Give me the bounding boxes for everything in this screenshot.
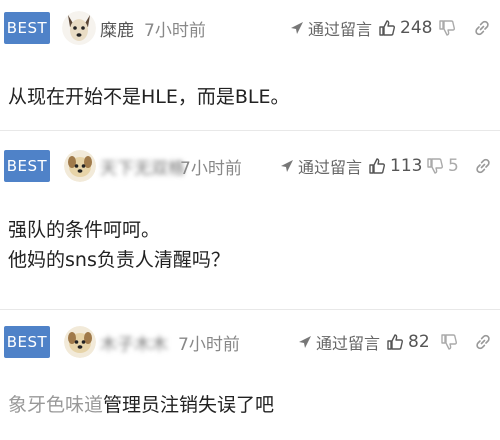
quoted-text: 象牙色味道 <box>8 394 104 416</box>
like-count: 248 <box>400 18 433 38</box>
avatar[interactable] <box>64 150 96 182</box>
avatar[interactable] <box>62 11 96 45</box>
dislike-count: 5 <box>448 156 459 176</box>
dog-avatar-icon <box>64 326 96 358</box>
comment-body: 象牙色味道管理员注销失误了吧 <box>8 390 274 420</box>
dog-avatar-icon <box>64 150 96 182</box>
thumbs-up-icon <box>369 158 385 174</box>
timestamp: 7小时前 <box>144 20 206 41</box>
dog-avatar-icon <box>62 11 96 45</box>
dislike-button[interactable]: 5 <box>426 156 459 176</box>
comment-header: BEST 天下无双格 7小时前 通过留言 113 5 <box>0 149 500 183</box>
thumbs-up-icon <box>379 20 395 36</box>
like-count: 82 <box>408 332 430 352</box>
thumbs-down-icon <box>427 158 443 174</box>
username[interactable]: 糜鹿 <box>100 16 134 41</box>
dislike-button[interactable] <box>440 333 462 351</box>
comment-header: BEST 木子木木 7小时前 通过留言 82 <box>0 325 500 359</box>
best-badge: BEST <box>4 12 50 44</box>
comment-item: BEST 天下无双格 7小时前 通过留言 113 5 强队的条件呵呵。 他妈的s… <box>0 131 500 309</box>
send-arrow-icon <box>291 22 303 34</box>
send-arrow-icon <box>299 336 311 348</box>
like-button[interactable]: 82 <box>386 332 430 352</box>
via-message-link[interactable]: 通过留言 <box>280 154 362 178</box>
timestamp: 7小时前 <box>180 158 242 179</box>
comment-body: 从现在开始不是HLE，而是BLE。 <box>8 82 290 112</box>
like-count: 113 <box>390 156 423 176</box>
avatar[interactable] <box>64 326 96 358</box>
via-label: 通过留言 <box>316 334 381 353</box>
best-badge: BEST <box>4 326 50 358</box>
via-label: 通过留言 <box>308 20 373 39</box>
thumbs-up-icon <box>387 334 403 350</box>
link-icon[interactable] <box>473 19 491 37</box>
comment-body: 强队的条件呵呵。 他妈的sns负责人清醒吗？ <box>8 215 230 275</box>
comment-header: BEST 糜鹿 7小时前 通过留言 248 <box>0 11 500 45</box>
via-message-link[interactable]: 通过留言 <box>290 16 372 40</box>
best-badge: BEST <box>4 150 50 182</box>
comment-list: BEST 糜鹿 7小时前 通过留言 248 从现在开始不是HLE，而是BLE。 … <box>0 0 500 440</box>
like-button[interactable]: 113 <box>368 156 422 176</box>
timestamp: 7小时前 <box>178 334 240 355</box>
comment-line: 强队的条件呵呵。 <box>8 219 161 241</box>
username[interactable]: 木子木木 <box>100 330 168 355</box>
comment-line: 他妈的sns负责人清醒吗？ <box>8 249 230 271</box>
thumbs-down-icon <box>439 20 455 36</box>
username[interactable]: 天下无双格 <box>100 154 185 179</box>
dislike-button[interactable] <box>438 19 460 37</box>
comment-item: BEST 糜鹿 7小时前 通过留言 248 从现在开始不是HLE，而是BLE。 <box>0 0 500 130</box>
thumbs-down-icon <box>441 334 457 350</box>
comment-line: 管理员注销失误了吧 <box>103 394 275 416</box>
link-icon[interactable] <box>474 157 492 175</box>
via-message-link[interactable]: 通过留言 <box>298 330 380 354</box>
via-label: 通过留言 <box>298 158 363 177</box>
like-button[interactable]: 248 <box>378 18 432 38</box>
send-arrow-icon <box>281 160 293 172</box>
link-icon[interactable] <box>474 333 492 351</box>
comment-line: 从现在开始不是HLE，而是BLE。 <box>8 86 290 108</box>
comment-item: BEST 木子木木 7小时前 通过留言 82 象牙色味道管理员注销失误了吧 <box>0 310 500 440</box>
